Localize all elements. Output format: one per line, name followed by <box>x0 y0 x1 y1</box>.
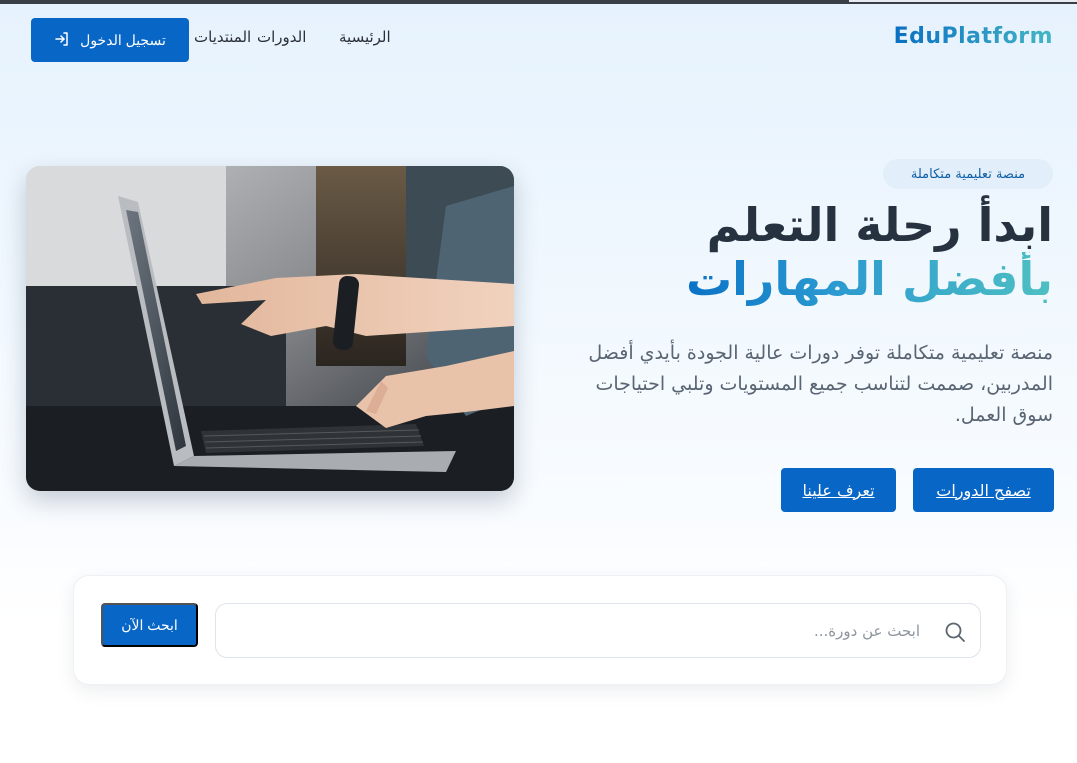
hero-title-line-1: ابدأ رحلة التعلم <box>706 198 1053 252</box>
hero-title-line-2: بأفضل المهارات <box>685 252 1053 306</box>
nav-item-home[interactable]: الرئيسية <box>339 28 391 46</box>
login-button[interactable]: تسجيل الدخول <box>31 18 189 62</box>
site-header: EduPlatform الرئيسية الدورات المنتديات ت… <box>0 4 1077 70</box>
search-icon <box>944 621 966 643</box>
search-input[interactable] <box>230 604 920 657</box>
hero-title: ابدأ رحلة التعلم بأفضل المهارات <box>686 198 1053 306</box>
page: EduPlatform الرئيسية الدورات المنتديات ت… <box>0 0 1077 763</box>
hero-image <box>26 166 514 491</box>
search-button[interactable]: ابحث الآن <box>101 603 198 647</box>
hero-description: منصة تعليمية متكاملة توفر دورات عالية ال… <box>588 342 1053 426</box>
search-field <box>215 603 981 658</box>
browse-courses-button[interactable]: تصفح الدورات <box>913 468 1054 512</box>
nav-item-courses[interactable]: الدورات <box>257 28 306 46</box>
nav-item-forums[interactable]: المنتديات <box>194 28 251 46</box>
login-button-label: تسجيل الدخول <box>80 31 166 48</box>
brand-logo[interactable]: EduPlatform <box>894 24 1053 49</box>
sign-in-icon <box>54 31 70 50</box>
about-us-button[interactable]: تعرف علينا <box>781 468 896 512</box>
search-card: ابحث الآن <box>73 575 1007 685</box>
hero-badge: منصة تعليمية متكاملة <box>883 159 1053 189</box>
